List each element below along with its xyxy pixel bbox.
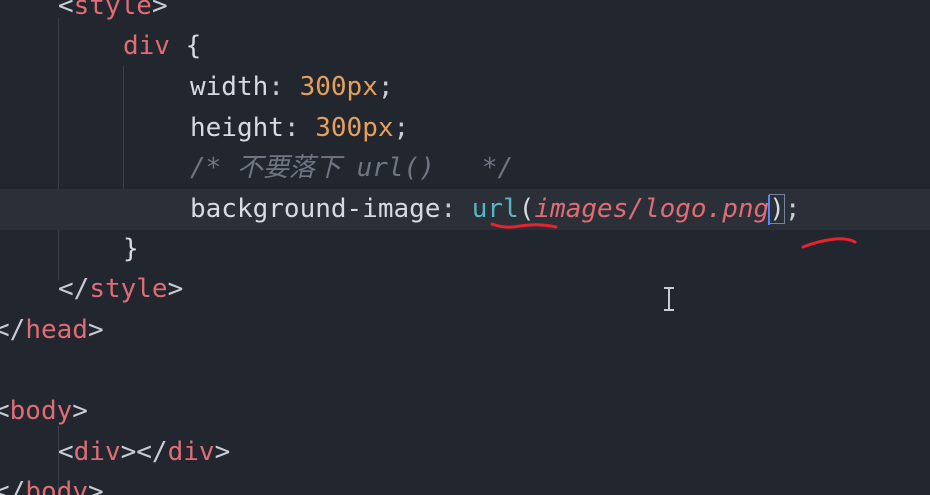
code-token: ; (377, 72, 394, 102)
code-token: ; (393, 113, 410, 143)
code-token: < (58, 0, 74, 21)
code-token: > (214, 437, 231, 467)
code-token: head (25, 315, 88, 345)
code-token: < (0, 396, 10, 426)
code-line[interactable]: width: 300px; (0, 67, 930, 108)
code-token: { (169, 31, 202, 61)
code-token: </ (0, 315, 26, 345)
code-line-content: } (123, 229, 139, 270)
code-token: 300px (299, 72, 378, 102)
code-token: height (190, 113, 284, 143)
code-line[interactable]: </head> (0, 310, 930, 351)
code-line[interactable]: <div></div> (0, 432, 930, 473)
code-line[interactable]: background-image: url(images/logo.png); (0, 189, 930, 230)
code-token: images/logo.png (534, 194, 770, 224)
code-line[interactable]: </body> (0, 472, 930, 495)
code-token: 300px (315, 113, 394, 143)
code-line-content: <div></div> (58, 432, 230, 473)
code-token: style (73, 0, 152, 21)
code-token: > (72, 396, 88, 426)
code-token: ) (769, 194, 785, 224)
text-ibeam-icon (664, 287, 674, 311)
code-line[interactable] (0, 351, 930, 392)
code-line[interactable]: /* 不要落下 url() */ (0, 148, 930, 189)
code-line[interactable]: </style> (0, 269, 930, 310)
code-token: : (283, 113, 316, 143)
code-line-content: </head> (0, 310, 104, 351)
code-token: div (73, 437, 121, 467)
code-token: > (167, 274, 184, 304)
code-line-content: div { (123, 26, 201, 67)
code-line-content: </style> (58, 269, 183, 310)
code-token: ( (518, 194, 535, 224)
code-token: > (87, 315, 104, 345)
code-line-content: background-image: url(images/logo.png); (190, 189, 801, 230)
code-line-content: /* 不要落下 url() */ (190, 148, 513, 189)
code-token: url (471, 194, 519, 224)
code-line-content: <style> (58, 0, 168, 27)
code-line[interactable]: } (0, 229, 930, 270)
code-token: } (123, 234, 139, 264)
code-line-content: </body> (0, 472, 104, 495)
code-token: div (123, 31, 170, 61)
code-line-content: width: 300px; (190, 67, 394, 108)
code-token: ></ (120, 437, 168, 467)
code-token: </ (0, 477, 26, 495)
code-token: : (268, 72, 300, 102)
code-token: < (58, 437, 74, 467)
code-token: > (87, 477, 104, 495)
code-line[interactable]: <style> (0, 0, 930, 27)
code-token: body (9, 396, 73, 426)
code-token: background-image (190, 194, 441, 224)
code-token: width (190, 72, 269, 102)
code-line[interactable]: div { (0, 26, 930, 67)
code-line-content: height: 300px; (190, 108, 409, 149)
code-token: body (25, 477, 88, 495)
code-token: div (167, 437, 215, 467)
code-line[interactable]: height: 300px; (0, 108, 930, 149)
code-editor[interactable]: <style> div {width: 300px; height: 300px; /… (0, 0, 930, 495)
code-token: /* 不要落下 url() */ (190, 153, 514, 183)
code-line[interactable]: <body> (0, 391, 930, 432)
code-token: ; (784, 194, 801, 224)
code-token: style (89, 274, 168, 304)
code-line-content: <body> (0, 391, 88, 432)
code-token: > (151, 0, 168, 21)
code-token: </ (58, 274, 90, 304)
code-token: : (440, 194, 472, 224)
